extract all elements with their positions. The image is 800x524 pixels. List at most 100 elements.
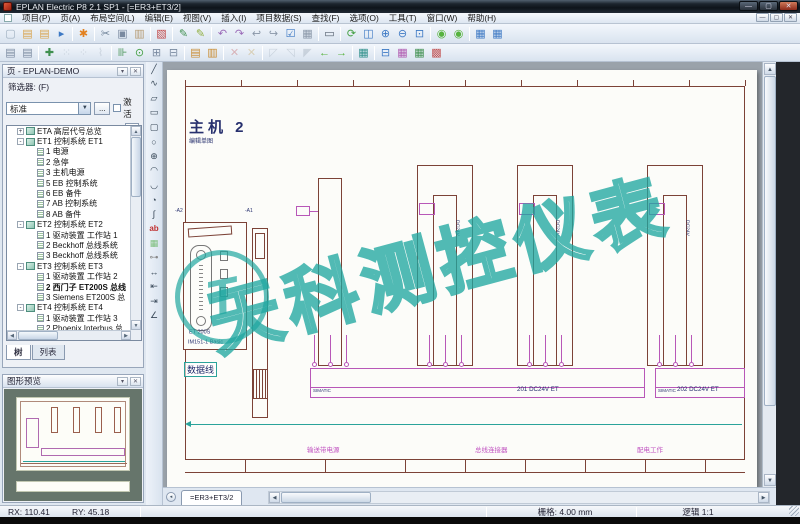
black-box-icon[interactable]: ⊟ <box>165 45 182 61</box>
tab-scroll-button[interactable]: ◂ <box>166 492 176 502</box>
tree-page-item[interactable]: 3 Beckhoff 总线系统 <box>7 251 130 261</box>
jump-back-icon[interactable]: ↶ <box>214 26 231 42</box>
zoom-window-icon[interactable]: ◫ <box>360 26 377 42</box>
circle-center-icon[interactable]: ⊕ <box>146 149 162 164</box>
cut-icon[interactable]: ✂ <box>97 26 114 42</box>
angle-dimension-icon[interactable]: ∠ <box>146 309 162 324</box>
arrow-right-icon[interactable]: → <box>333 45 350 61</box>
navigator-icon[interactable]: ▦ <box>355 45 372 61</box>
menu-item-8[interactable]: 查找(F) <box>307 13 345 24</box>
page-next-icon[interactable]: ◉ <box>450 26 467 42</box>
menu-item-1[interactable]: 项目(P) <box>17 13 55 24</box>
mdi-close-button[interactable]: ✕ <box>784 13 797 22</box>
rounded-rectangle-icon[interactable]: ▢ <box>146 120 162 135</box>
edit-free-icon[interactable]: ✎ <box>192 26 209 42</box>
zoom-in-icon[interactable]: ⊕ <box>377 26 394 42</box>
tree-page-item[interactable]: 2 急停 <box>7 157 130 167</box>
preview-pin-icon[interactable]: ▾ <box>117 377 128 386</box>
page-previous-icon[interactable]: ◉ <box>433 26 450 42</box>
expander-icon[interactable]: - <box>17 263 24 270</box>
menu-item-4[interactable]: 编辑(E) <box>140 13 178 24</box>
edit-icon[interactable]: ✎ <box>175 26 192 42</box>
break-point-icon[interactable]: ✕ <box>226 45 243 61</box>
menu-item-9[interactable]: 选项(O) <box>345 13 384 24</box>
panel-close-icon[interactable]: ✕ <box>130 67 141 76</box>
structure-box-icon[interactable]: ⊞ <box>148 45 165 61</box>
tree-page-item[interactable]: 2 西门子 ET200S 总线 <box>7 282 130 292</box>
tree-horizontal-scrollbar[interactable]: ◀ ▶ <box>7 330 131 340</box>
display-icon[interactable]: ▭ <box>321 26 338 42</box>
tree-page-item[interactable]: 3 主机电源 <box>7 168 130 178</box>
bus-rail-202[interactable] <box>655 368 745 398</box>
arc-3point-icon[interactable]: ◡ <box>146 178 162 193</box>
rectangle-icon[interactable]: ▭ <box>146 106 162 121</box>
mdi-restore-button[interactable]: ▢ <box>770 13 783 22</box>
favorite-icon[interactable]: ✱ <box>75 26 92 42</box>
copy-icon[interactable]: ▣ <box>114 26 131 42</box>
tree-vertical-scrollbar[interactable]: ▲ ▼ <box>130 126 141 340</box>
resize-grip[interactable] <box>789 506 799 516</box>
device-list-icon[interactable]: ▦ <box>394 45 411 61</box>
potential-icon[interactable]: ✕ <box>243 45 260 61</box>
preview-content[interactable] <box>4 389 142 501</box>
insert-table-icon[interactable]: ▦ <box>472 26 489 42</box>
polyline-icon[interactable]: ∿ <box>146 77 162 92</box>
arrow-left-icon[interactable]: ← <box>316 45 333 61</box>
menu-item-6[interactable]: 插入(I) <box>216 13 251 24</box>
menu-item-2[interactable]: 页(A) <box>55 13 85 24</box>
spline-icon[interactable]: ∫ <box>146 207 162 222</box>
hyperlink-icon[interactable]: ⊶ <box>146 251 162 266</box>
circle-icon[interactable]: ○ <box>146 135 162 150</box>
numbering-icon[interactable]: ⊟ <box>377 45 394 61</box>
device-icon[interactable]: ⁙ <box>58 45 75 61</box>
sector-icon[interactable]: ◔ <box>146 193 162 208</box>
tree-page-item[interactable]: 1 驱动装置 工作站 1 <box>7 230 130 240</box>
delete-icon[interactable]: ▧ <box>153 26 170 42</box>
insert-symbol-icon[interactable]: ✚ <box>41 45 58 61</box>
open-project-icon[interactable]: ▤ <box>36 26 53 42</box>
shield-icon[interactable]: ⌇ <box>92 45 109 61</box>
tree-branch[interactable]: -ET2 控制系统 ET2 <box>7 220 130 230</box>
tree-branch[interactable]: -ET3 控制系统 ET3 <box>7 261 130 271</box>
chevron-down-icon[interactable]: ▼ <box>78 103 90 114</box>
tab-tree[interactable]: 树 <box>6 345 31 360</box>
expander-icon[interactable]: + <box>17 128 24 135</box>
tree-page-item[interactable]: 8 AB 备件 <box>7 209 130 219</box>
menu-item-3[interactable]: 布局空间(L) <box>85 13 139 24</box>
undo-icon[interactable]: ↩ <box>248 26 265 42</box>
symbol-folder-icon[interactable]: ▤ <box>187 45 204 61</box>
tree-branch[interactable]: +ETA 高层代号总览 <box>7 126 130 136</box>
mdi-minimize-button[interactable]: — <box>756 13 769 22</box>
plug-icon[interactable]: ⊙ <box>131 45 148 61</box>
tree-branch[interactable]: -ET4 控制系统 ET4 <box>7 303 130 313</box>
tree-page-item[interactable]: 1 驱动装置 工作站 2 <box>7 271 130 281</box>
bus-rail-201[interactable] <box>310 368 645 398</box>
panel-pin-icon[interactable]: ▾ <box>117 67 128 76</box>
page-tab[interactable]: =ER3+ET3/2 <box>181 490 242 505</box>
dimension-baseline-icon[interactable]: ⇥ <box>146 294 162 309</box>
terminal-icon[interactable]: ⊪ <box>114 45 131 61</box>
tree-page-item[interactable]: 1 驱动装置 工作站 3 <box>7 313 130 323</box>
tab-list[interactable]: 列表 <box>32 345 65 360</box>
corner-right-icon[interactable]: ◹ <box>282 45 299 61</box>
expander-icon[interactable]: - <box>17 304 24 311</box>
canvas-horizontal-scrollbar[interactable]: ◀ ▶ <box>268 491 770 504</box>
schematic-page[interactable]: 主机 2 编辑单图 -A2 -A1 ET 200S IM151-1 Basic … <box>167 70 757 487</box>
menu-item-11[interactable]: 窗口(W) <box>422 13 463 24</box>
menu-item-12[interactable]: 帮助(H) <box>462 13 501 24</box>
line-icon[interactable]: ╱ <box>146 62 162 77</box>
plc-list-icon[interactable]: ▦ <box>411 45 428 61</box>
check-icon[interactable]: ☑ <box>282 26 299 42</box>
grid-view-icon[interactable]: ▦ <box>299 26 316 42</box>
canvas-vertical-scrollbar[interactable]: ▲ ▼ <box>762 62 776 487</box>
tree-branch[interactable]: -ET1 控制系统 ET1 <box>7 136 130 146</box>
tree-page-item[interactable]: 3 Siemens ET200S 总 <box>7 292 130 302</box>
filter-browse-button[interactable]: ... <box>94 102 110 115</box>
macro-folder-icon[interactable]: ▥ <box>204 45 221 61</box>
tree-page-item[interactable]: 5 EB 控制系统 <box>7 178 130 188</box>
polygon-icon[interactable]: ▱ <box>146 91 162 106</box>
import-icon[interactable]: ▸ <box>53 26 70 42</box>
checkbox-icon[interactable] <box>113 104 121 112</box>
corner-left-icon[interactable]: ◸ <box>265 45 282 61</box>
zoom-out-icon[interactable]: ⊖ <box>394 26 411 42</box>
